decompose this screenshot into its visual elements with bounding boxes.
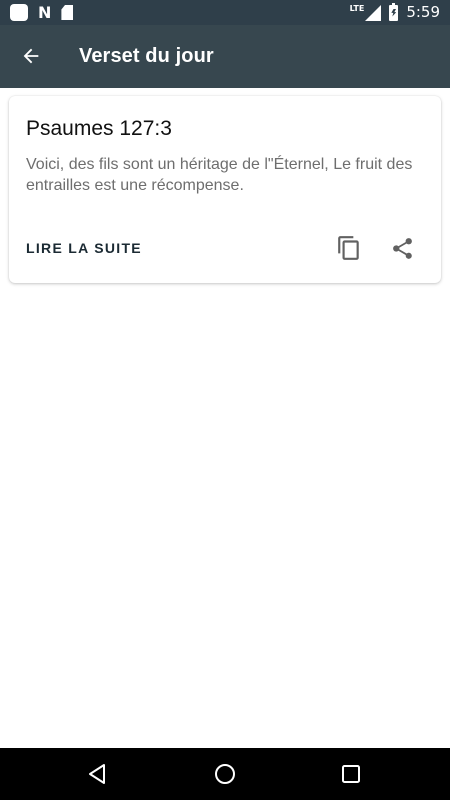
read-more-button[interactable]: LIRE LA SUITE — [26, 240, 142, 256]
sd-card-icon — [61, 5, 74, 20]
copy-button[interactable] — [333, 232, 365, 264]
app-notification-icon — [10, 4, 28, 21]
verse-card: Psaumes 127:3 Voici, des fils sont un hé… — [9, 96, 441, 283]
nav-recents-button[interactable] — [334, 757, 368, 791]
screen: N LTE 5:59 Verset du jour Psaumes 127:3 … — [0, 0, 450, 800]
nav-home-icon — [215, 764, 235, 784]
copy-icon — [338, 236, 359, 260]
status-bar: N LTE 5:59 — [0, 0, 450, 25]
back-button[interactable] — [14, 39, 48, 73]
signal-icon — [365, 4, 382, 21]
network-type-label: LTE — [349, 4, 365, 13]
notification-icons: N — [10, 3, 74, 22]
arrow-back-icon — [23, 48, 39, 64]
system-indicators: LTE 5:59 — [350, 2, 440, 23]
nav-home-button[interactable] — [208, 757, 242, 791]
navigation-bar — [0, 748, 450, 800]
page-title: Verset du jour — [79, 45, 214, 67]
nav-back-button[interactable] — [81, 757, 115, 791]
nav-back-icon — [89, 764, 105, 784]
n-notification-icon: N — [38, 3, 52, 22]
battery-charging-icon — [389, 2, 399, 21]
nav-recents-icon — [342, 765, 360, 783]
share-button[interactable] — [386, 232, 418, 264]
share-icon — [392, 237, 412, 259]
status-time: 5:59 — [406, 3, 440, 21]
app-bar: Verset du jour — [0, 25, 450, 88]
verse-text: Voici, des fils sont un héritage de l"Ét… — [26, 156, 413, 194]
verse-reference: Psaumes 127:3 — [26, 117, 172, 140]
